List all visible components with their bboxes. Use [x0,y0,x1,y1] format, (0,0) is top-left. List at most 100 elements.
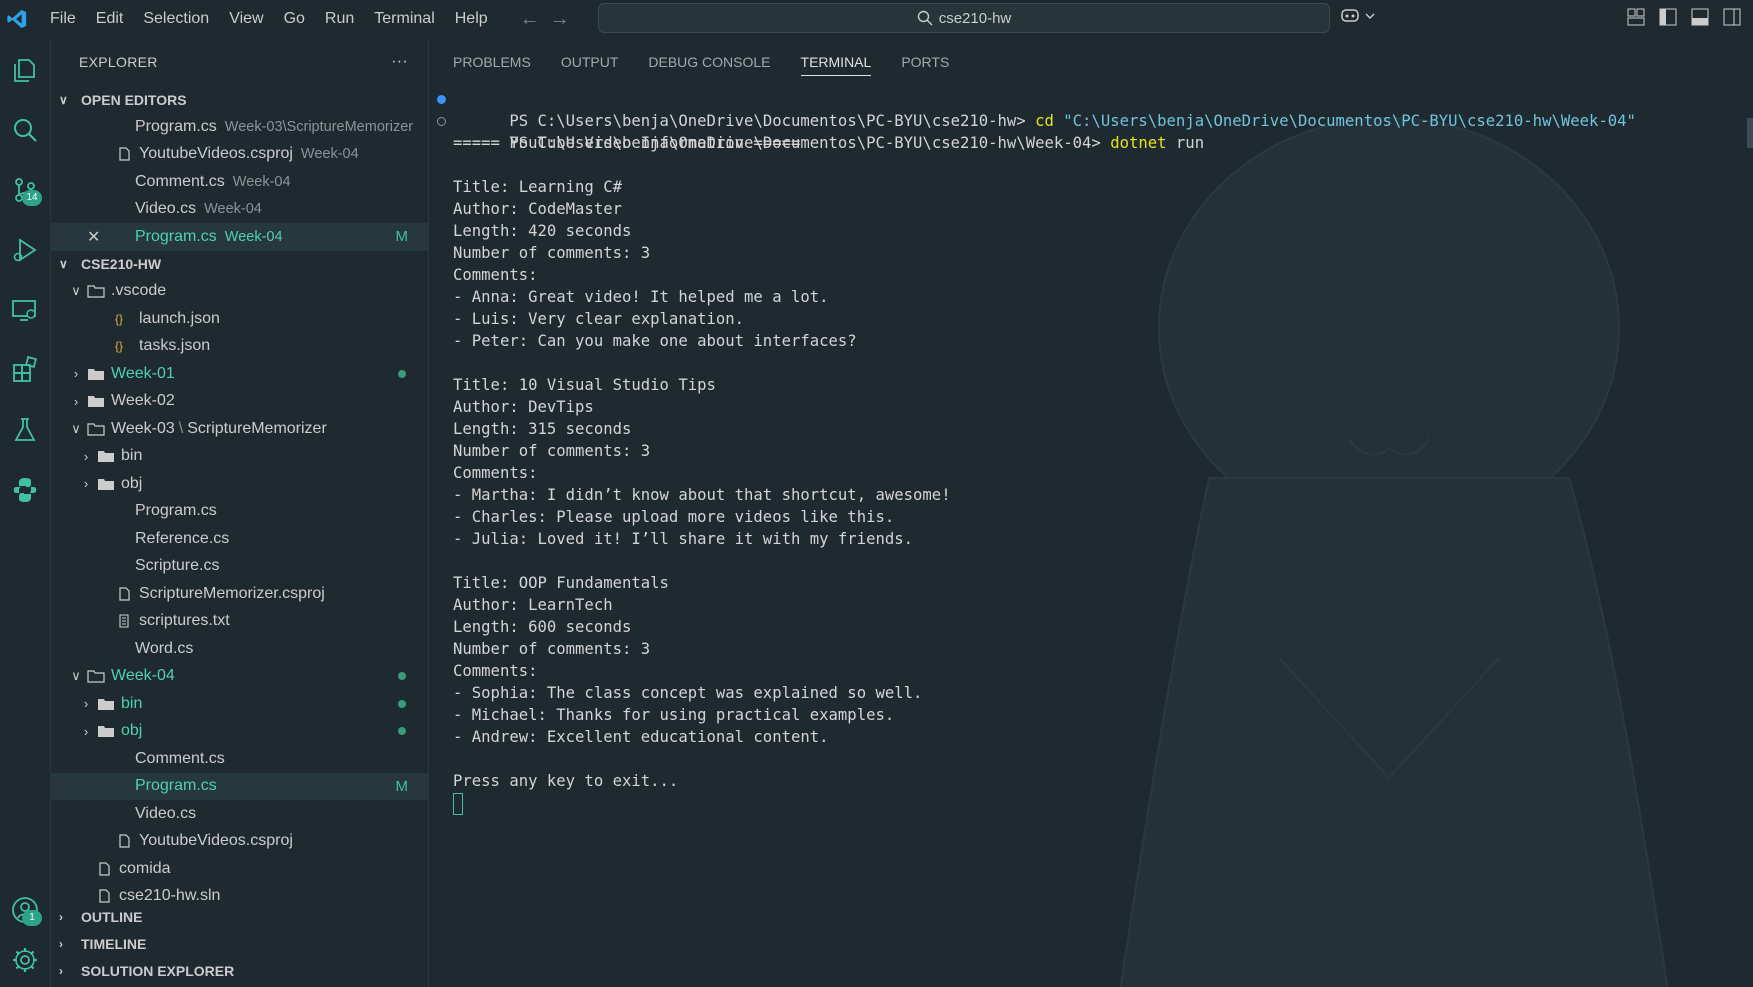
close-editor-icon[interactable]: ✕ [87,227,100,247]
tree-label: ScriptureMemorizer [187,419,327,437]
tree-label: ScriptureMemorizer.csproj [139,584,325,602]
terminal-output-line: Comments: [453,662,538,680]
git-status-dot [398,672,406,681]
menu-go[interactable]: Go [274,0,315,38]
tab-problems[interactable]: PROBLEMS [453,38,531,86]
tree-folder[interactable]: › bin [51,443,428,471]
chevron-down-icon: ∨ [71,420,81,436]
tree-file[interactable]: Program.cs [51,498,428,526]
settings-gear-icon[interactable] [0,936,50,984]
tab-terminal[interactable]: TERMINAL [800,38,871,86]
open-editor-item-active[interactable]: ✕ Program.cs Week-04 M [51,223,428,251]
tree-folder[interactable]: ∨ Week-03 \ ScriptureMemorizer [51,415,428,443]
folder-icon [98,698,114,710]
search-sidebar-icon[interactable] [0,106,50,154]
chevron-down-icon: ∨ [71,283,81,299]
tree-label: scriptures.txt [139,612,230,630]
menu-file[interactable]: File [40,0,86,38]
workspace-section[interactable]: ∨ CSE210-HW [51,251,428,278]
copilot-menu[interactable] [1340,6,1376,26]
tab-output[interactable]: OUTPUT [561,38,619,86]
testing-icon[interactable] [0,406,50,454]
timeline-section[interactable]: › TIMELINE [51,930,146,957]
tree-folder[interactable]: › bin [51,690,428,718]
back-arrow-icon[interactable]: ← [520,8,540,31]
tree-file-active[interactable]: Program.cs M [51,772,428,800]
tree-label: obj [121,474,143,492]
solution-explorer-section[interactable]: › SOLUTION EXPLORER [51,957,234,984]
terminal-output-line: Author: DevTips [453,398,594,416]
tree-file[interactable]: YoutubeVideos.csproj [51,828,428,856]
terminal-output-line: Title: Learning C# [453,178,622,196]
tree-file[interactable]: {} tasks.json [51,333,428,361]
tree-file[interactable]: Reference.cs [51,525,428,553]
terminal-output-line: Length: 600 seconds [453,618,632,636]
tree-file[interactable]: {} launch.json [51,305,428,333]
tree-label: Week-01 [111,364,175,382]
csproj-file-icon [119,147,130,161]
terminal-output-line: - Anna: Great video! It helped me a lot. [453,288,829,306]
run-debug-icon[interactable] [0,226,50,274]
accounts-icon[interactable]: 1 [0,886,50,934]
terminal-output-line: Number of comments: 3 [453,244,651,262]
open-editor-item[interactable]: YoutubeVideos.csproj Week-04 [51,141,428,169]
tree-folder[interactable]: ∨ Week-04 [51,663,428,691]
menu-help[interactable]: Help [445,0,498,38]
source-control-badge: 14 [22,190,42,206]
open-editor-item[interactable]: Comment.cs Week-04 [51,168,428,196]
source-control-icon[interactable]: 14 [0,166,50,214]
explorer-icon[interactable] [0,46,50,94]
solution-explorer-label: SOLUTION EXPLORER [81,962,235,979]
terminal-output[interactable]: PS C:\Users\benja\OneDrive\Documentos\PC… [437,88,1743,815]
terminal-output-line: Comments: [453,266,538,284]
terminal-scrollbar[interactable] [1747,118,1753,148]
menu-selection[interactable]: Selection [133,0,219,38]
customize-layout-icon[interactable] [1627,8,1645,26]
toggle-primary-sidebar-icon[interactable] [1659,8,1677,26]
terminal-output-line: Title: 10 Visual Studio Tips [453,376,716,394]
forward-arrow-icon[interactable]: → [550,8,570,31]
outline-section[interactable]: › OUTLINE [51,903,142,930]
tab-debug-console[interactable]: DEBUG CONSOLE [648,38,770,86]
tree-file[interactable]: scriptures.txt [51,608,428,636]
tree-file[interactable]: Video.cs [51,800,428,828]
remote-explorer-icon[interactable] [0,286,50,334]
accounts-badge: 1 [22,910,42,926]
menu-run[interactable]: Run [315,0,364,38]
command-success-dot [437,95,446,104]
more-actions-icon[interactable]: ··· [391,53,408,71]
open-editors-section[interactable]: ∨ OPEN EDITORS [51,86,428,113]
tab-ports[interactable]: PORTS [901,38,949,86]
tree-file[interactable]: comida [51,855,428,883]
tree-label: Comment.cs [135,749,225,767]
tree-file[interactable]: Comment.cs [51,745,428,773]
menu-edit[interactable]: Edit [86,0,134,38]
terminal-output-line: Length: 420 seconds [453,222,632,240]
tree-folder[interactable]: › Week-02 [51,388,428,416]
tree-file[interactable]: ScriptureMemorizer.csproj [51,580,428,608]
tree-file[interactable]: Word.cs [51,635,428,663]
toggle-panel-icon[interactable] [1691,8,1709,26]
search-text: cse210-hw [938,9,1012,27]
open-editor-name: Program.cs [135,117,217,135]
csproj-file-icon [119,587,130,601]
git-status-dot [398,727,406,736]
tree-label: Week-04 [111,667,175,685]
command-center-search[interactable]: cse210-hw [598,3,1330,33]
tree-folder[interactable]: › Week-01 [51,360,428,388]
tree-file[interactable]: Scripture.cs [51,553,428,581]
extensions-icon[interactable] [0,346,50,394]
toggle-secondary-sidebar-icon[interactable] [1723,8,1741,26]
open-editor-item[interactable]: Video.cs Week-04 [51,196,428,224]
git-status-dot [398,369,406,378]
tree-folder[interactable]: › obj [51,718,428,746]
terminal-output-line: - Charles: Please upload more videos lik… [453,508,895,526]
open-editor-item[interactable]: Program.cs Week-03\ScriptureMemorizer [51,113,428,141]
tree-folder[interactable]: › obj [51,470,428,498]
open-editor-desc: Week-04 [232,173,291,190]
menu-terminal[interactable]: Terminal [364,0,444,38]
menu-view[interactable]: View [219,0,273,38]
tree-folder[interactable]: ∨ .vscode [51,278,428,306]
python-icon[interactable] [0,466,50,514]
